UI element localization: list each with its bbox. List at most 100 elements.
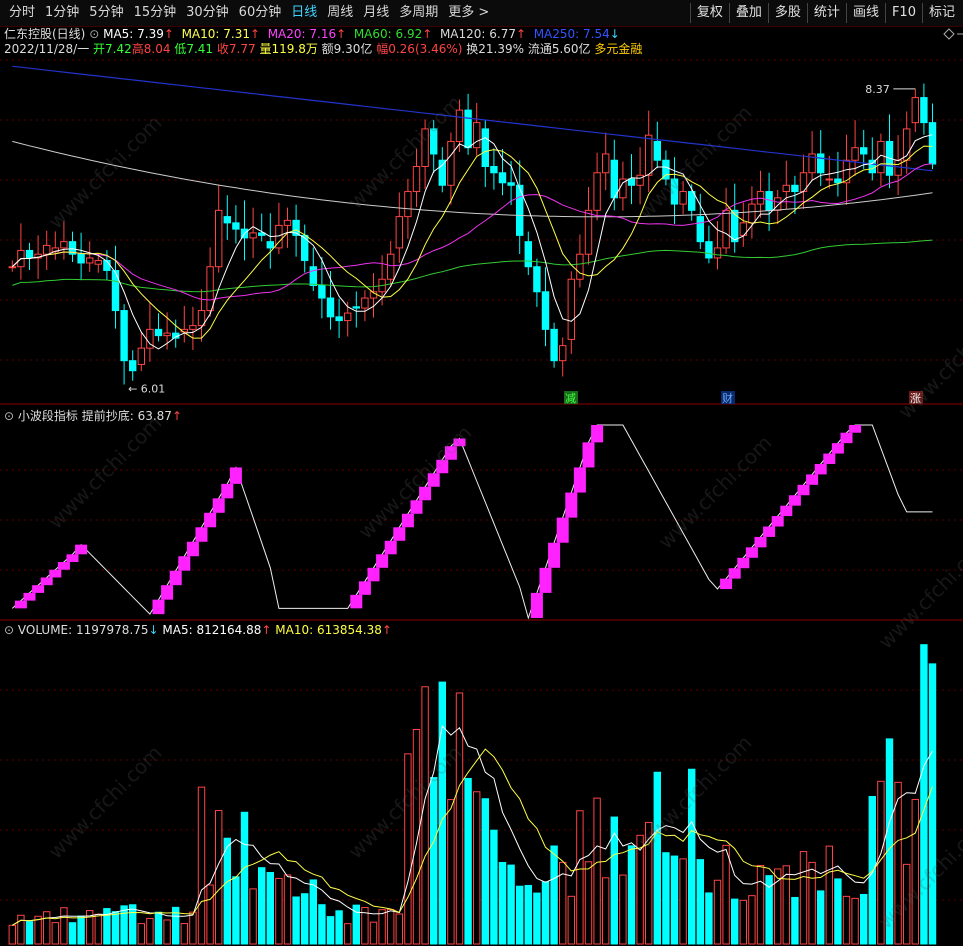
volume-bar	[713, 879, 722, 945]
indicator-bar	[221, 483, 234, 499]
candle-body	[335, 316, 343, 322]
indicator-bar	[548, 542, 561, 568]
candle-body	[559, 345, 567, 362]
volume-bar	[335, 910, 343, 945]
candle-body	[387, 253, 395, 280]
volume-bar	[696, 859, 704, 945]
volume-arrow: ↓	[148, 623, 159, 637]
volume-bar	[369, 921, 378, 945]
indicator-bar	[75, 544, 88, 555]
volume-bar	[670, 855, 679, 945]
candle-body	[791, 184, 799, 193]
candle-body	[533, 266, 541, 293]
volume-bar	[421, 686, 429, 945]
indicator-bar	[384, 540, 397, 555]
candle-body	[567, 278, 575, 340]
indicator-bar	[376, 554, 389, 568]
candle-body	[344, 312, 352, 322]
volume-bar	[68, 922, 77, 945]
volume-bar	[189, 911, 197, 945]
indicator-bar	[530, 592, 543, 618]
candle-body	[774, 197, 782, 211]
volume-bar	[129, 904, 137, 945]
volume-bar	[60, 907, 68, 945]
volume-bar	[318, 904, 326, 945]
volume-bar	[602, 877, 610, 945]
volume-bar	[154, 911, 163, 945]
volume-bar	[524, 884, 532, 945]
candle-body	[860, 147, 868, 155]
candle-body	[215, 209, 223, 268]
candle-body	[464, 109, 472, 149]
indicator-bar	[780, 505, 793, 517]
volume-bar	[739, 899, 747, 945]
volume-bar	[206, 884, 214, 945]
indicator-bar	[556, 517, 569, 543]
indicator-bar	[367, 567, 380, 582]
indicator-bar	[539, 567, 552, 593]
volume-bar	[593, 797, 601, 945]
candle-body	[120, 310, 128, 362]
volume-bar	[258, 867, 266, 945]
volume-bar	[490, 829, 498, 945]
candle-body	[920, 97, 928, 124]
indicator-bar	[169, 570, 182, 586]
volume-bar	[51, 922, 59, 945]
candle-body	[60, 241, 68, 249]
volume-bar	[180, 923, 189, 945]
indicator-bar	[849, 425, 862, 433]
candle-body	[490, 165, 498, 174]
indicator-bar	[66, 554, 79, 563]
indicator-bar	[358, 581, 371, 595]
volume-bar	[395, 913, 404, 945]
indicator-name: 小波段指标	[17, 409, 78, 423]
candle-body	[834, 178, 842, 184]
volume-bar	[215, 810, 223, 945]
volume-bar	[748, 895, 756, 945]
candle-body	[911, 97, 919, 124]
volume-bar	[533, 892, 541, 945]
volume-bar	[498, 861, 507, 945]
indicator-line	[11, 424, 933, 620]
volume-bar	[301, 893, 309, 945]
candle-body	[412, 165, 421, 193]
volume-ma10: MA10: 613854.38	[275, 623, 382, 637]
volume-bar	[146, 917, 154, 945]
indicator-bar	[229, 467, 242, 484]
candle-body	[283, 219, 292, 226]
volume-bar	[705, 892, 713, 945]
volume-bar	[722, 844, 730, 945]
volume-bar	[163, 919, 171, 945]
volume-bar	[627, 845, 636, 945]
candle-body	[77, 253, 85, 264]
volume-bar	[25, 921, 34, 945]
candle-body	[679, 191, 687, 205]
indicator-bar	[178, 556, 191, 571]
candle-body	[688, 191, 696, 211]
indicator-bar	[186, 541, 199, 557]
candle-body	[593, 172, 601, 211]
candle-body	[653, 140, 661, 161]
volume-bar	[94, 913, 102, 945]
ma60-line	[12, 239, 933, 293]
volume-bar	[782, 865, 790, 945]
volume-bar	[653, 771, 661, 945]
indicator-bar	[410, 500, 423, 514]
indicator-settings-icon[interactable]: ⊙	[4, 409, 14, 423]
volume-settings-icon[interactable]: ⊙	[4, 623, 14, 637]
indicator-bar	[57, 562, 70, 570]
volume-bar	[292, 896, 300, 945]
volume-bar	[275, 877, 283, 945]
candle-body	[576, 253, 584, 280]
volume-bar	[240, 811, 249, 945]
candle-body	[696, 216, 704, 243]
volume-bar	[799, 851, 808, 945]
candle-body	[404, 191, 412, 218]
volume-bar	[77, 915, 85, 945]
volume-bar	[662, 852, 670, 945]
volume-bar	[17, 914, 25, 945]
volume-bar	[197, 786, 206, 945]
volume-bar	[576, 810, 584, 945]
volume-bar	[34, 915, 42, 945]
indicator-bar	[393, 527, 406, 541]
